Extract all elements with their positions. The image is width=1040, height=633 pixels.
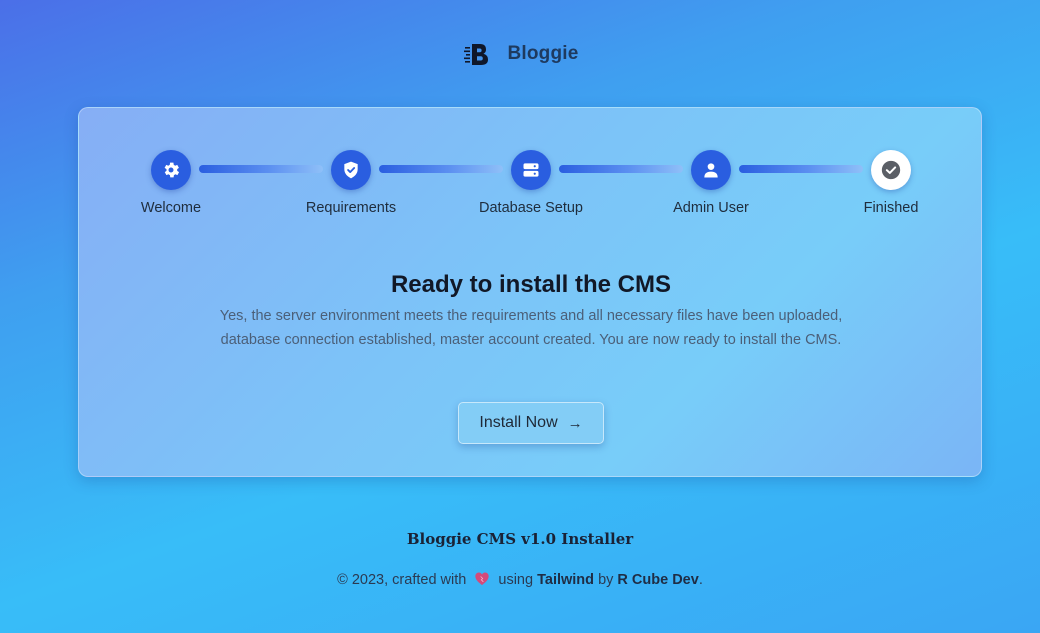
gear-icon bbox=[151, 150, 191, 190]
footer-prefix: © 2023, crafted with bbox=[337, 572, 467, 588]
shield-check-icon bbox=[331, 150, 371, 190]
arrow-right-icon: → bbox=[567, 414, 583, 432]
check-circle-icon bbox=[871, 150, 911, 190]
step-label: Welcome bbox=[140, 200, 202, 216]
step-label: Finished bbox=[863, 200, 919, 216]
step-finished[interactable]: Finished bbox=[831, 150, 951, 216]
step-database-setup[interactable]: Database Setup bbox=[471, 150, 591, 216]
step-admin-user[interactable]: Admin User bbox=[651, 150, 771, 216]
author-link[interactable]: R Cube Dev bbox=[617, 572, 698, 588]
footer-credit: © 2023, crafted with using Tailwind by R… bbox=[0, 571, 1040, 590]
user-icon bbox=[691, 150, 731, 190]
page-description: Yes, the server environment meets the re… bbox=[179, 304, 883, 352]
heart-icon bbox=[474, 571, 490, 590]
step-label: Database Setup bbox=[479, 200, 583, 216]
installer-card: Welcome Requirements Database Setup Admi… bbox=[78, 107, 982, 477]
footer-title: Bloggie CMS v1.0 Installer bbox=[406, 530, 634, 548]
install-now-label: Install Now bbox=[479, 414, 558, 431]
step-label: Admin User bbox=[673, 200, 749, 216]
footer-suffix: . bbox=[698, 572, 703, 588]
database-server-icon bbox=[511, 150, 551, 190]
footer-by: by bbox=[598, 572, 614, 588]
brand-name: Bloggie bbox=[507, 43, 579, 64]
description-line-1: Yes, the server environment meets the re… bbox=[219, 308, 843, 324]
brand-header: Bloggie bbox=[0, 38, 1040, 70]
bloggie-logo-icon bbox=[461, 38, 493, 70]
step-requirements[interactable]: Requirements bbox=[291, 150, 411, 216]
tailwind-link[interactable]: Tailwind bbox=[537, 572, 594, 588]
step-welcome[interactable]: Welcome bbox=[111, 150, 231, 216]
footer-using: using bbox=[498, 572, 534, 588]
step-label: Requirements bbox=[305, 200, 397, 216]
install-stepper: Welcome Requirements Database Setup Admi… bbox=[79, 150, 983, 230]
install-now-button[interactable]: Install Now → bbox=[458, 402, 604, 444]
page-title: Ready to install the CMS bbox=[390, 271, 672, 298]
description-line-2: database connection established, master … bbox=[220, 332, 842, 348]
